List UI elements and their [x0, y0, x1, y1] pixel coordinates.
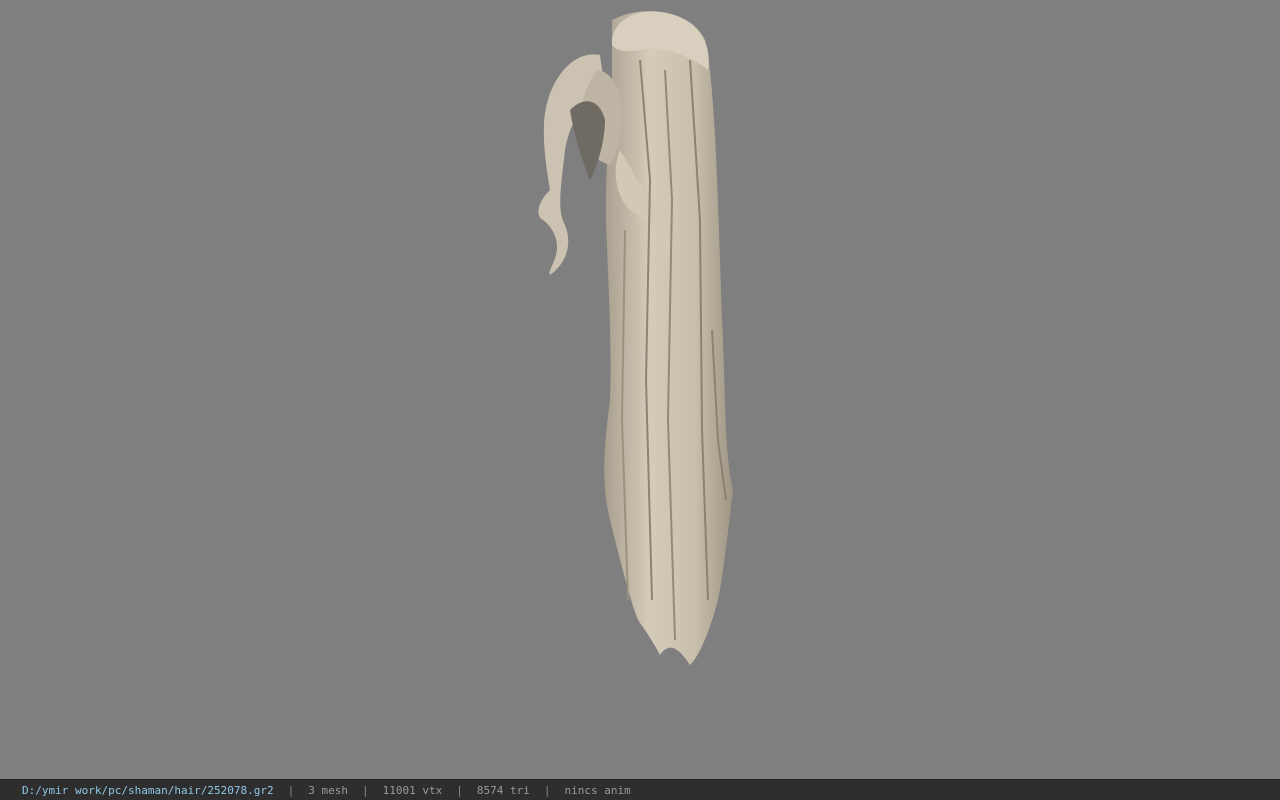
file-path: D:/ymir work/pc/shaman/hair/252078.gr2	[22, 783, 274, 797]
separator: |	[456, 783, 463, 797]
hair-model	[538, 11, 733, 665]
3d-viewport[interactable]	[0, 0, 1280, 779]
separator: |	[287, 783, 295, 797]
triangle-count: 8574 tri	[476, 783, 530, 797]
animation-status: nincs anim	[564, 783, 631, 797]
separator: |	[543, 783, 551, 797]
vertex-count: 11001 vtx	[382, 783, 443, 797]
separator: |	[362, 783, 369, 797]
mesh-count: 3 mesh	[308, 783, 349, 797]
status-bar: D:/ymir work/pc/shaman/hair/252078.gr2 |…	[0, 779, 1280, 800]
